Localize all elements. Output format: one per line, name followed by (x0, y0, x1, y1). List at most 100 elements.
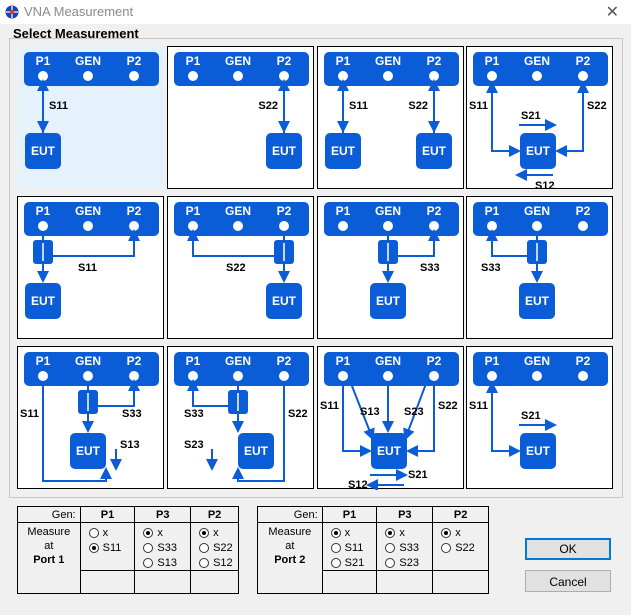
radio-circle-icon (385, 542, 396, 553)
port-connector (578, 371, 588, 381)
measurement-tile-s33-s23-s22[interactable]: P1 GEN P2 S33 S23 S22 EUT (167, 346, 314, 489)
radio-s22[interactable]: S22 (199, 540, 238, 555)
radio-label: S11 (344, 541, 364, 554)
port-label-p2: P2 (127, 204, 142, 218)
radio-x[interactable]: x (385, 525, 432, 540)
radio-label: S12 (213, 556, 233, 569)
radio-x[interactable]: x (441, 525, 488, 540)
measurement-tile-s33-coupler-right[interactable]: P1 GEN P2 S33 EUT (466, 196, 613, 339)
radio-label: S11 (102, 541, 122, 554)
radio-s22[interactable]: S22 (441, 540, 488, 555)
radio-s23[interactable]: S23 (385, 555, 432, 570)
port-label-gen: GEN (225, 354, 251, 368)
radio-x[interactable]: x (88, 525, 135, 540)
close-icon[interactable]: ✕ (606, 2, 619, 22)
port2-p2-options: x S22 (432, 522, 489, 571)
port2-p3-options: x S33 S23 (376, 522, 434, 571)
port-connector (279, 221, 289, 231)
radio-s11[interactable]: S11 (330, 540, 377, 555)
radio-s12[interactable]: S12 (199, 555, 238, 570)
cancel-button[interactable]: Cancel (525, 570, 611, 592)
radio-x[interactable]: x (199, 525, 238, 540)
port-label-gen: GEN (524, 54, 550, 68)
radio-s21[interactable]: S21 (330, 555, 377, 570)
measurement-tile-full-2port[interactable]: P1 GEN P2 EUT S11 S22 S21 S12 (466, 46, 613, 190)
port-label-gen: GEN (375, 204, 401, 218)
measure-at-port2-label: Measure at Port 2 (257, 522, 323, 594)
radio-circle-icon (199, 557, 210, 568)
radio-s33[interactable]: S33 (143, 540, 190, 555)
param-label: S33 (184, 408, 204, 420)
measurement-tile-s22-coupler-right[interactable]: P1 GEN P2 S22 EUT (167, 196, 314, 339)
signal-line (53, 229, 140, 257)
radio-s33[interactable]: S33 (385, 540, 432, 555)
port-label-p1: P1 (36, 204, 51, 218)
radio-label: x (344, 526, 351, 539)
radio-label: S33 (157, 541, 177, 554)
gen-label: Gen: (17, 506, 81, 523)
param-label: S22 (408, 100, 428, 112)
radio-label: S13 (157, 556, 177, 569)
tile-diagram: P1 GEN P2 S22 EUT (174, 52, 309, 169)
port-connector (338, 71, 348, 81)
radio-label: x (157, 526, 163, 539)
port1-p3-options: x S33 S13 (134, 522, 192, 571)
port-connector (233, 371, 243, 381)
radio-label: S23 (399, 556, 419, 569)
radio-circle-icon (143, 557, 154, 568)
signal-line (187, 379, 228, 407)
col-header-p2: P2 (432, 506, 489, 523)
gen-label: Gen: (257, 506, 323, 523)
measurement-tile-full-3port[interactable]: P1 GEN P2 EUT S11 S13 S23 S22 S21 S12 (317, 346, 464, 490)
ok-button[interactable]: OK (525, 538, 611, 560)
port2-p1-options: x S11 S21 (321, 522, 378, 571)
eut-label: EUT (272, 294, 297, 308)
param-label: S22 (438, 400, 458, 412)
title-bar: VNA Measurement ✕ (0, 0, 631, 24)
eut-label: EUT (331, 144, 356, 158)
radio-s13[interactable]: S13 (143, 555, 190, 570)
port-connector (429, 371, 439, 381)
port-label-p1: P1 (36, 354, 51, 368)
port-connector (233, 71, 243, 81)
radio-s11[interactable]: S11 (88, 540, 135, 555)
port-label-p1: P1 (485, 204, 500, 218)
measurement-tile-s33-coupler-left[interactable]: P1 GEN P2 S33 EUT (317, 196, 464, 339)
port-label-p2: P2 (127, 54, 142, 68)
port-connector (383, 371, 393, 381)
measurement-tile-s11-coupler-left[interactable]: P1 GEN P2 S11 EUT (17, 196, 164, 339)
measure-at-port1-label: Measure at Port 1 (17, 522, 81, 594)
radio-circle-icon (88, 527, 99, 538)
port-label-p1: P1 (36, 54, 51, 68)
tile-diagram: P1 GEN P2 EUT S11 S22 S21 S12 (469, 52, 608, 190)
radio-circle-icon (441, 527, 452, 538)
port-connector (129, 71, 139, 81)
param-label: S11 (20, 408, 39, 420)
port-label-p2: P2 (576, 354, 591, 368)
signal-line (187, 229, 274, 257)
port-label-gen: GEN (75, 354, 101, 368)
radio-label: S22 (455, 541, 475, 554)
signal-line (486, 229, 527, 257)
tile-diagram: P1 GEN P2 S22 EUT (174, 202, 309, 319)
measurement-tile-s11-s22[interactable]: P1 GEN P2 S11 S22 EUT EUT (317, 46, 464, 189)
port-connector (429, 221, 439, 231)
app-icon (5, 5, 19, 19)
port-connector (129, 221, 139, 231)
signal-line (98, 379, 140, 407)
port-connector (487, 221, 497, 231)
param-label: S23 (184, 439, 204, 451)
radio-x[interactable]: x (143, 525, 190, 540)
measurement-tile-s11[interactable]: P1 GEN P2 S11 EUT (17, 46, 164, 189)
port-label-gen: GEN (225, 204, 251, 218)
port-label-p1: P1 (186, 54, 201, 68)
port-label-p2: P2 (427, 54, 442, 68)
radio-label: x (455, 526, 461, 539)
col-header-p3: P3 (134, 506, 192, 523)
measurement-tile-s22[interactable]: P1 GEN P2 S22 EUT (167, 46, 314, 189)
measurement-tile-s11-s21[interactable]: P1 GEN P2 EUT S11 S21 (466, 346, 613, 489)
tile-diagram: P1 GEN P2 S33 S23 S22 EUT (174, 352, 309, 482)
radio-x[interactable]: x (330, 525, 377, 540)
measurement-tile-s11-s33-s13[interactable]: P1 GEN P2 S11 S33 S13 EUT (17, 346, 164, 489)
param-label: S13 (120, 439, 140, 451)
